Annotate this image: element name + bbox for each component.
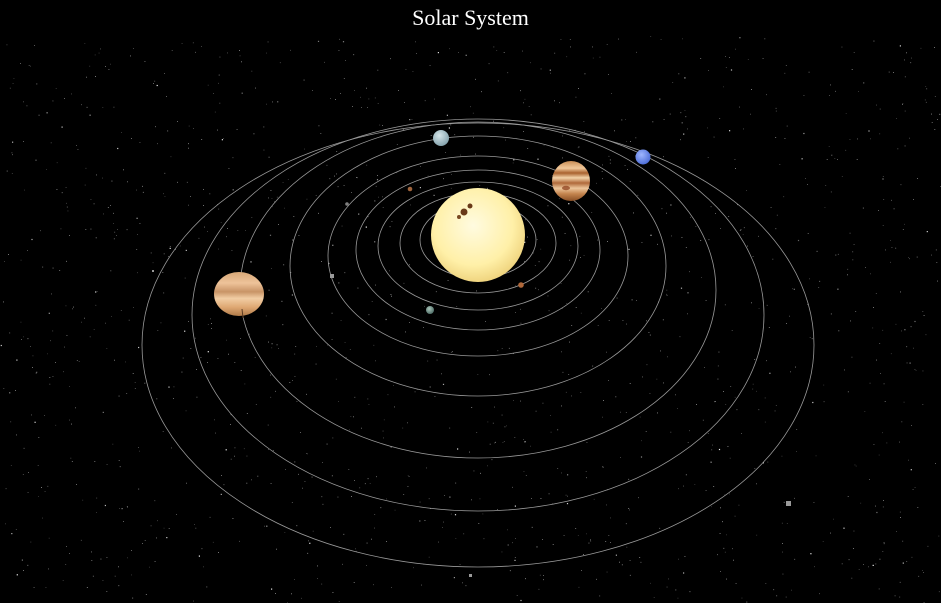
- solar-system-viewport[interactable]: Solar System: [0, 0, 941, 603]
- uranus-icon[interactable]: [433, 130, 449, 146]
- dust-particles: [152, 270, 791, 577]
- saturn-icon[interactable]: [214, 272, 264, 319]
- earth-icon[interactable]: [426, 306, 434, 314]
- orbit-ring-8: [191, 118, 765, 512]
- mercury-icon[interactable]: [407, 186, 413, 192]
- orbit-ring-7: [239, 121, 717, 459]
- jupiter-icon[interactable]: [552, 161, 590, 201]
- starfield: [0, 36, 941, 603]
- orbit-rings: [141, 118, 815, 568]
- page-title: Solar System: [412, 5, 529, 30]
- solar-system-scene[interactable]: [0, 0, 941, 603]
- neptune-icon[interactable]: [635, 149, 651, 165]
- sun-icon[interactable]: [431, 188, 525, 282]
- mars-icon[interactable]: [518, 282, 524, 288]
- venus-icon[interactable]: [345, 202, 349, 206]
